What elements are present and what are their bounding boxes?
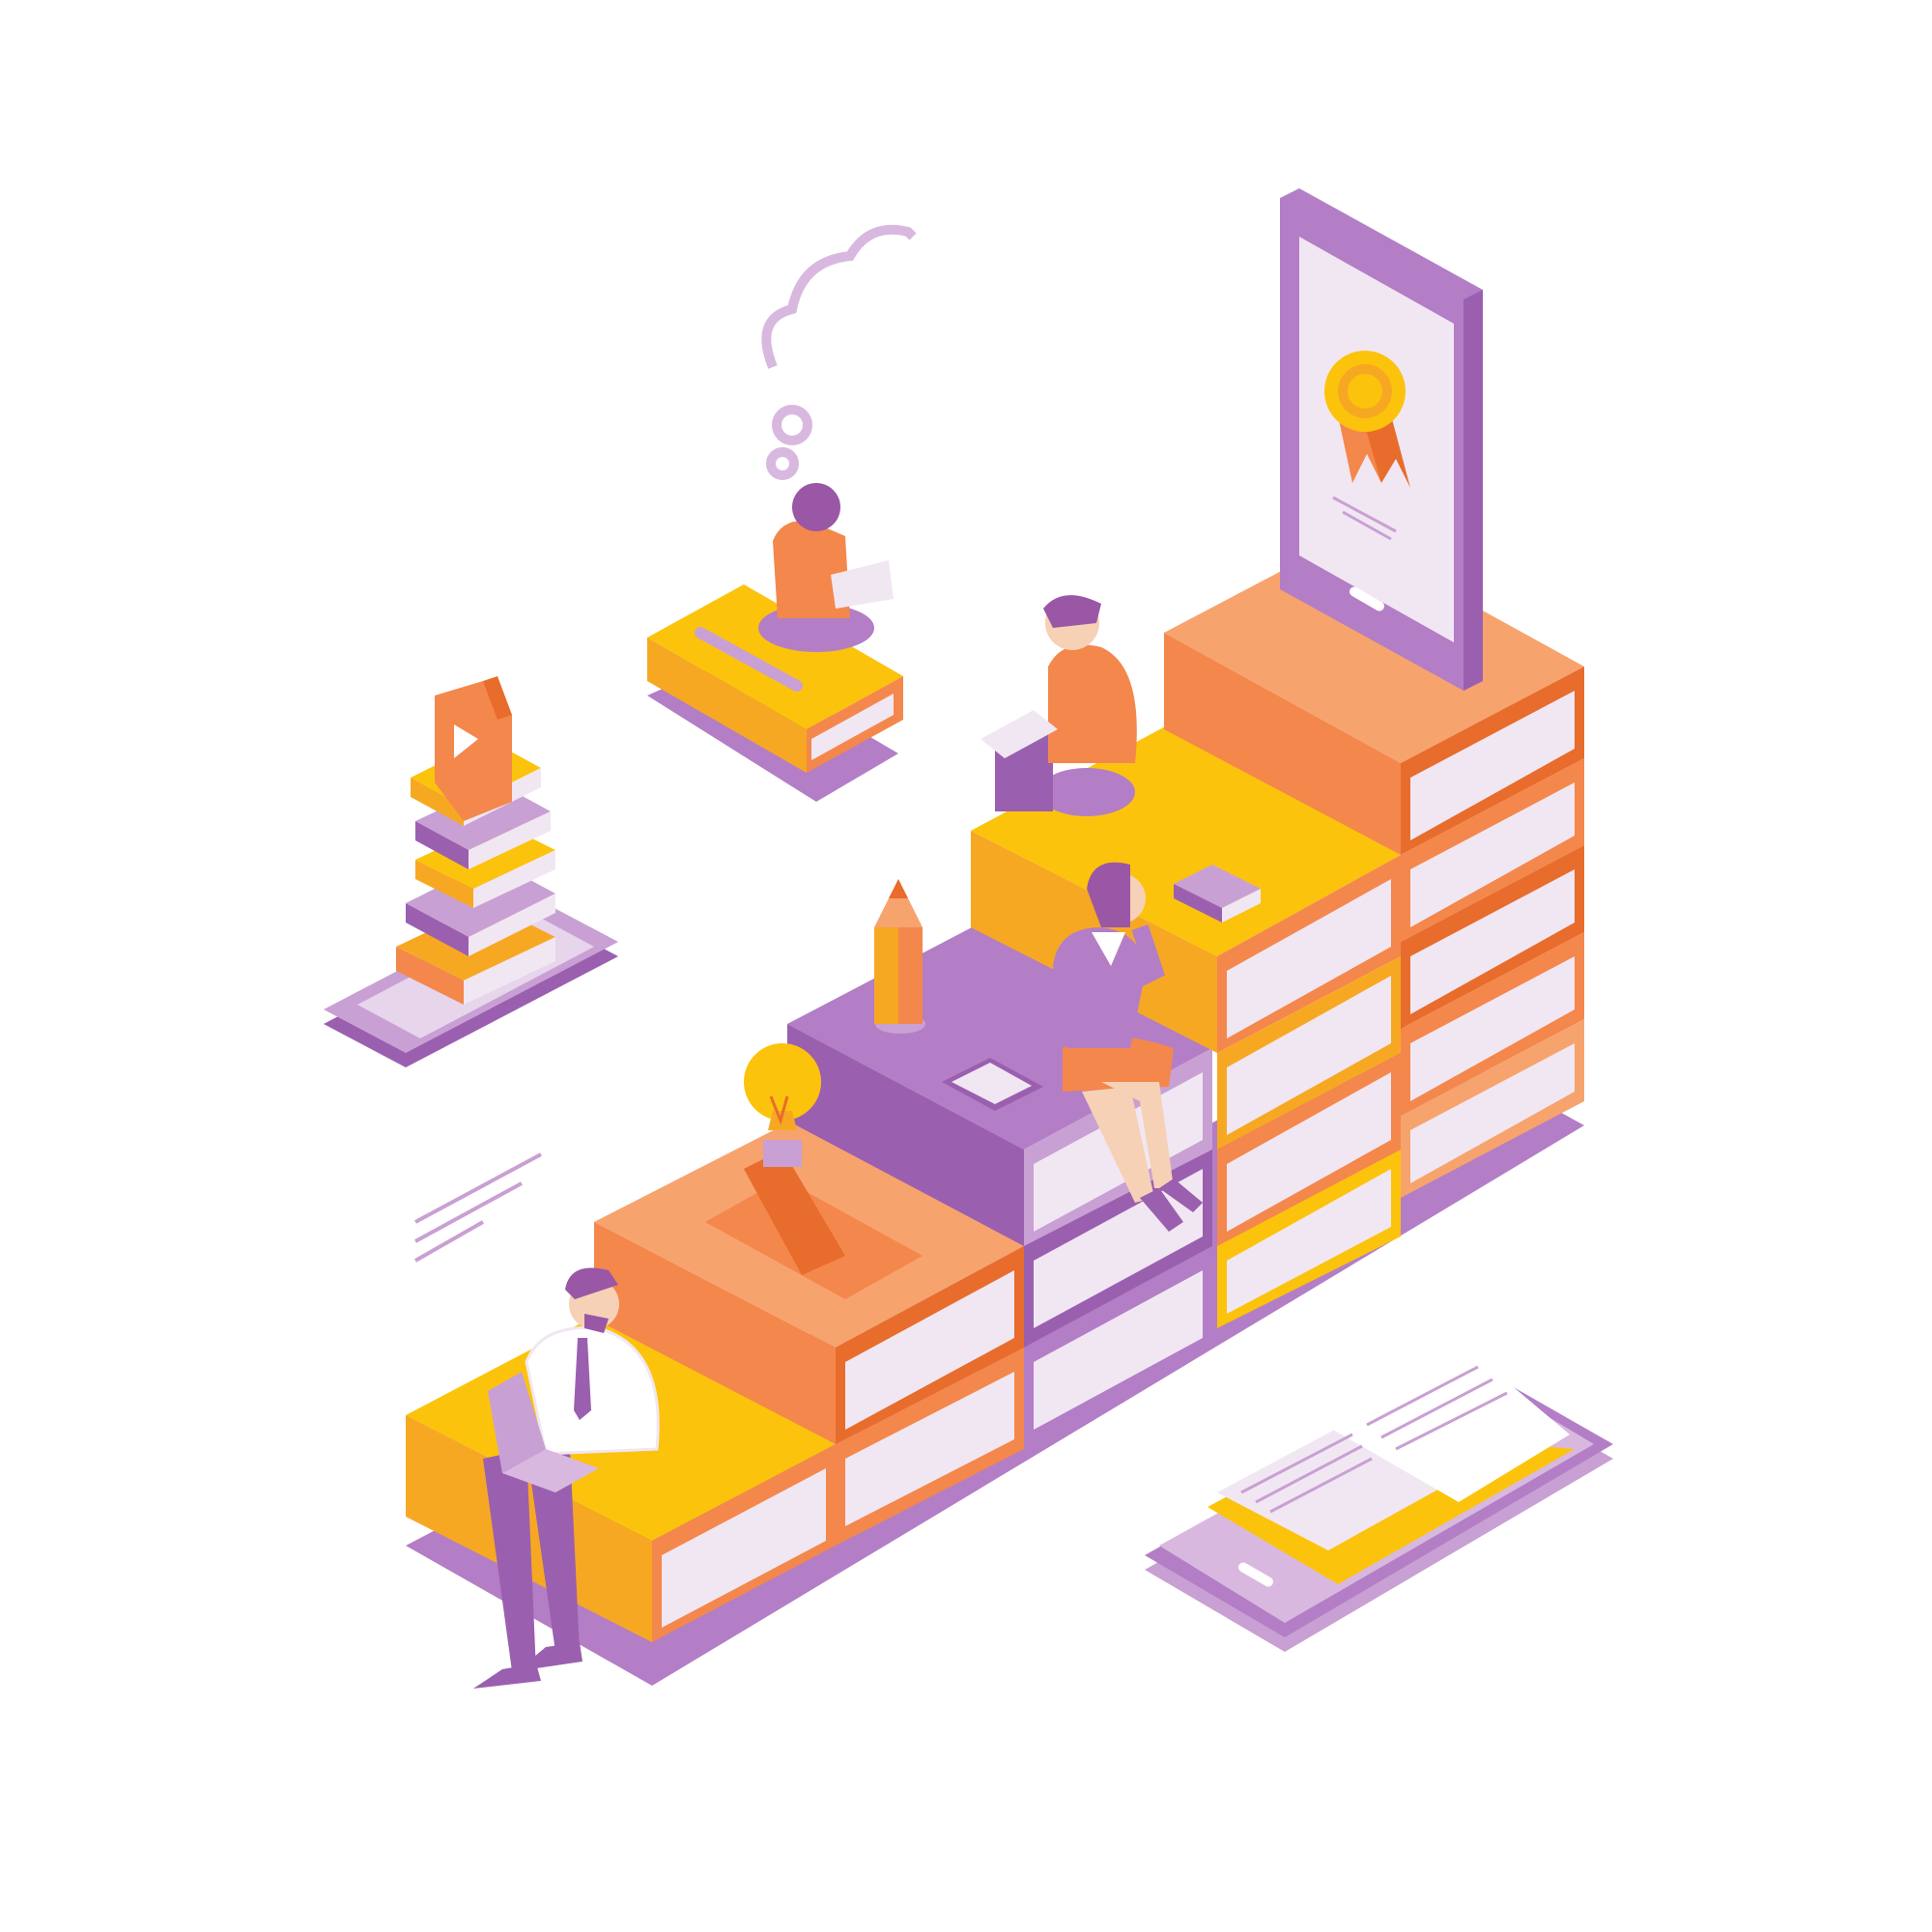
isometric-learning-illustration xyxy=(0,0,1932,1932)
